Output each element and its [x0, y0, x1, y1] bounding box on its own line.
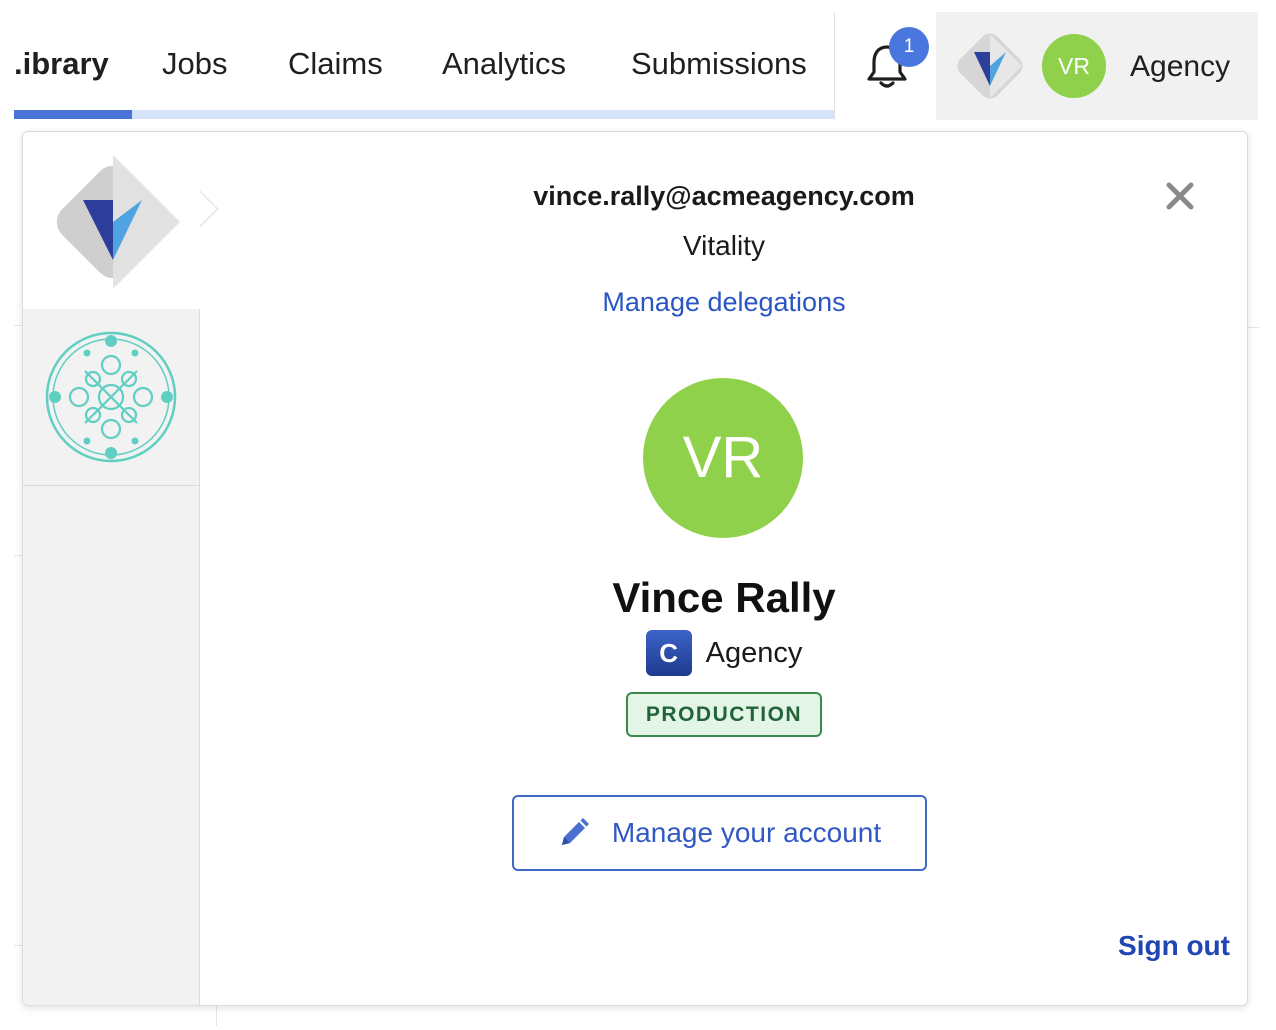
manage-delegations-link[interactable]: Manage delegations	[602, 287, 845, 317]
org-item-ornament[interactable]	[23, 309, 200, 486]
tab-active-indicator	[14, 110, 132, 119]
background-divider	[14, 555, 22, 556]
tab-underline-track	[14, 110, 834, 119]
tab-claims[interactable]: Claims	[288, 44, 383, 84]
environment-badge: PRODUCTION	[625, 692, 823, 737]
organization-rail	[23, 132, 200, 1005]
close-button[interactable]	[1160, 176, 1200, 216]
app-window: .ibrary Jobs Claims Analytics Submission…	[0, 0, 1276, 1030]
agency-badge: C	[645, 630, 692, 676]
manage-delegations-link-row: Manage delegations	[200, 284, 1247, 320]
account-details: vince.rally@acmeagency.com Vitality Mana…	[200, 132, 1247, 1005]
manage-account-label: Manage your account	[611, 817, 882, 848]
tab-library[interactable]: .ibrary	[14, 44, 109, 84]
top-navigation: .ibrary Jobs Claims Analytics Submission…	[0, 12, 1260, 120]
notifications-button[interactable]: 1	[834, 12, 936, 120]
agency-name: Agency	[705, 637, 803, 669]
avatar: VR	[1042, 34, 1106, 98]
agency-row: C Agency	[200, 630, 1247, 676]
close-icon	[1166, 182, 1194, 210]
org-item-vitality[interactable]	[23, 132, 200, 309]
environment-row: PRODUCTION	[200, 692, 1247, 737]
background-divider	[216, 1006, 217, 1026]
vitality-logo-icon	[957, 33, 1023, 99]
background-divider	[1248, 327, 1260, 328]
vitality-logo-icon	[56, 155, 180, 289]
notification-count-badge: 1	[889, 27, 929, 67]
user-name: Vince Rally	[612, 574, 836, 621]
account-email: vince.rally@acmeagency.com	[533, 181, 915, 211]
manage-account-button[interactable]: Manage your account	[512, 795, 927, 871]
user-avatar: VR	[643, 378, 803, 538]
account-popover: vince.rally@acmeagency.com Vitality Mana…	[22, 131, 1248, 1006]
tab-submissions[interactable]: Submissions	[631, 44, 807, 84]
background-divider	[14, 325, 22, 326]
tab-jobs[interactable]: Jobs	[162, 44, 227, 84]
pencil-icon	[561, 818, 589, 845]
sign-out-link[interactable]: Sign out	[1080, 928, 1230, 964]
tab-analytics[interactable]: Analytics	[442, 44, 566, 84]
organization-name: Vitality	[683, 230, 765, 261]
account-label: Agency	[1130, 50, 1231, 83]
ornament-logo-icon	[45, 331, 177, 463]
account-menu-button[interactable]: VR Agency	[936, 12, 1258, 120]
nav-tabs: .ibrary Jobs Claims Analytics Submission…	[14, 12, 834, 120]
background-divider	[14, 945, 22, 946]
